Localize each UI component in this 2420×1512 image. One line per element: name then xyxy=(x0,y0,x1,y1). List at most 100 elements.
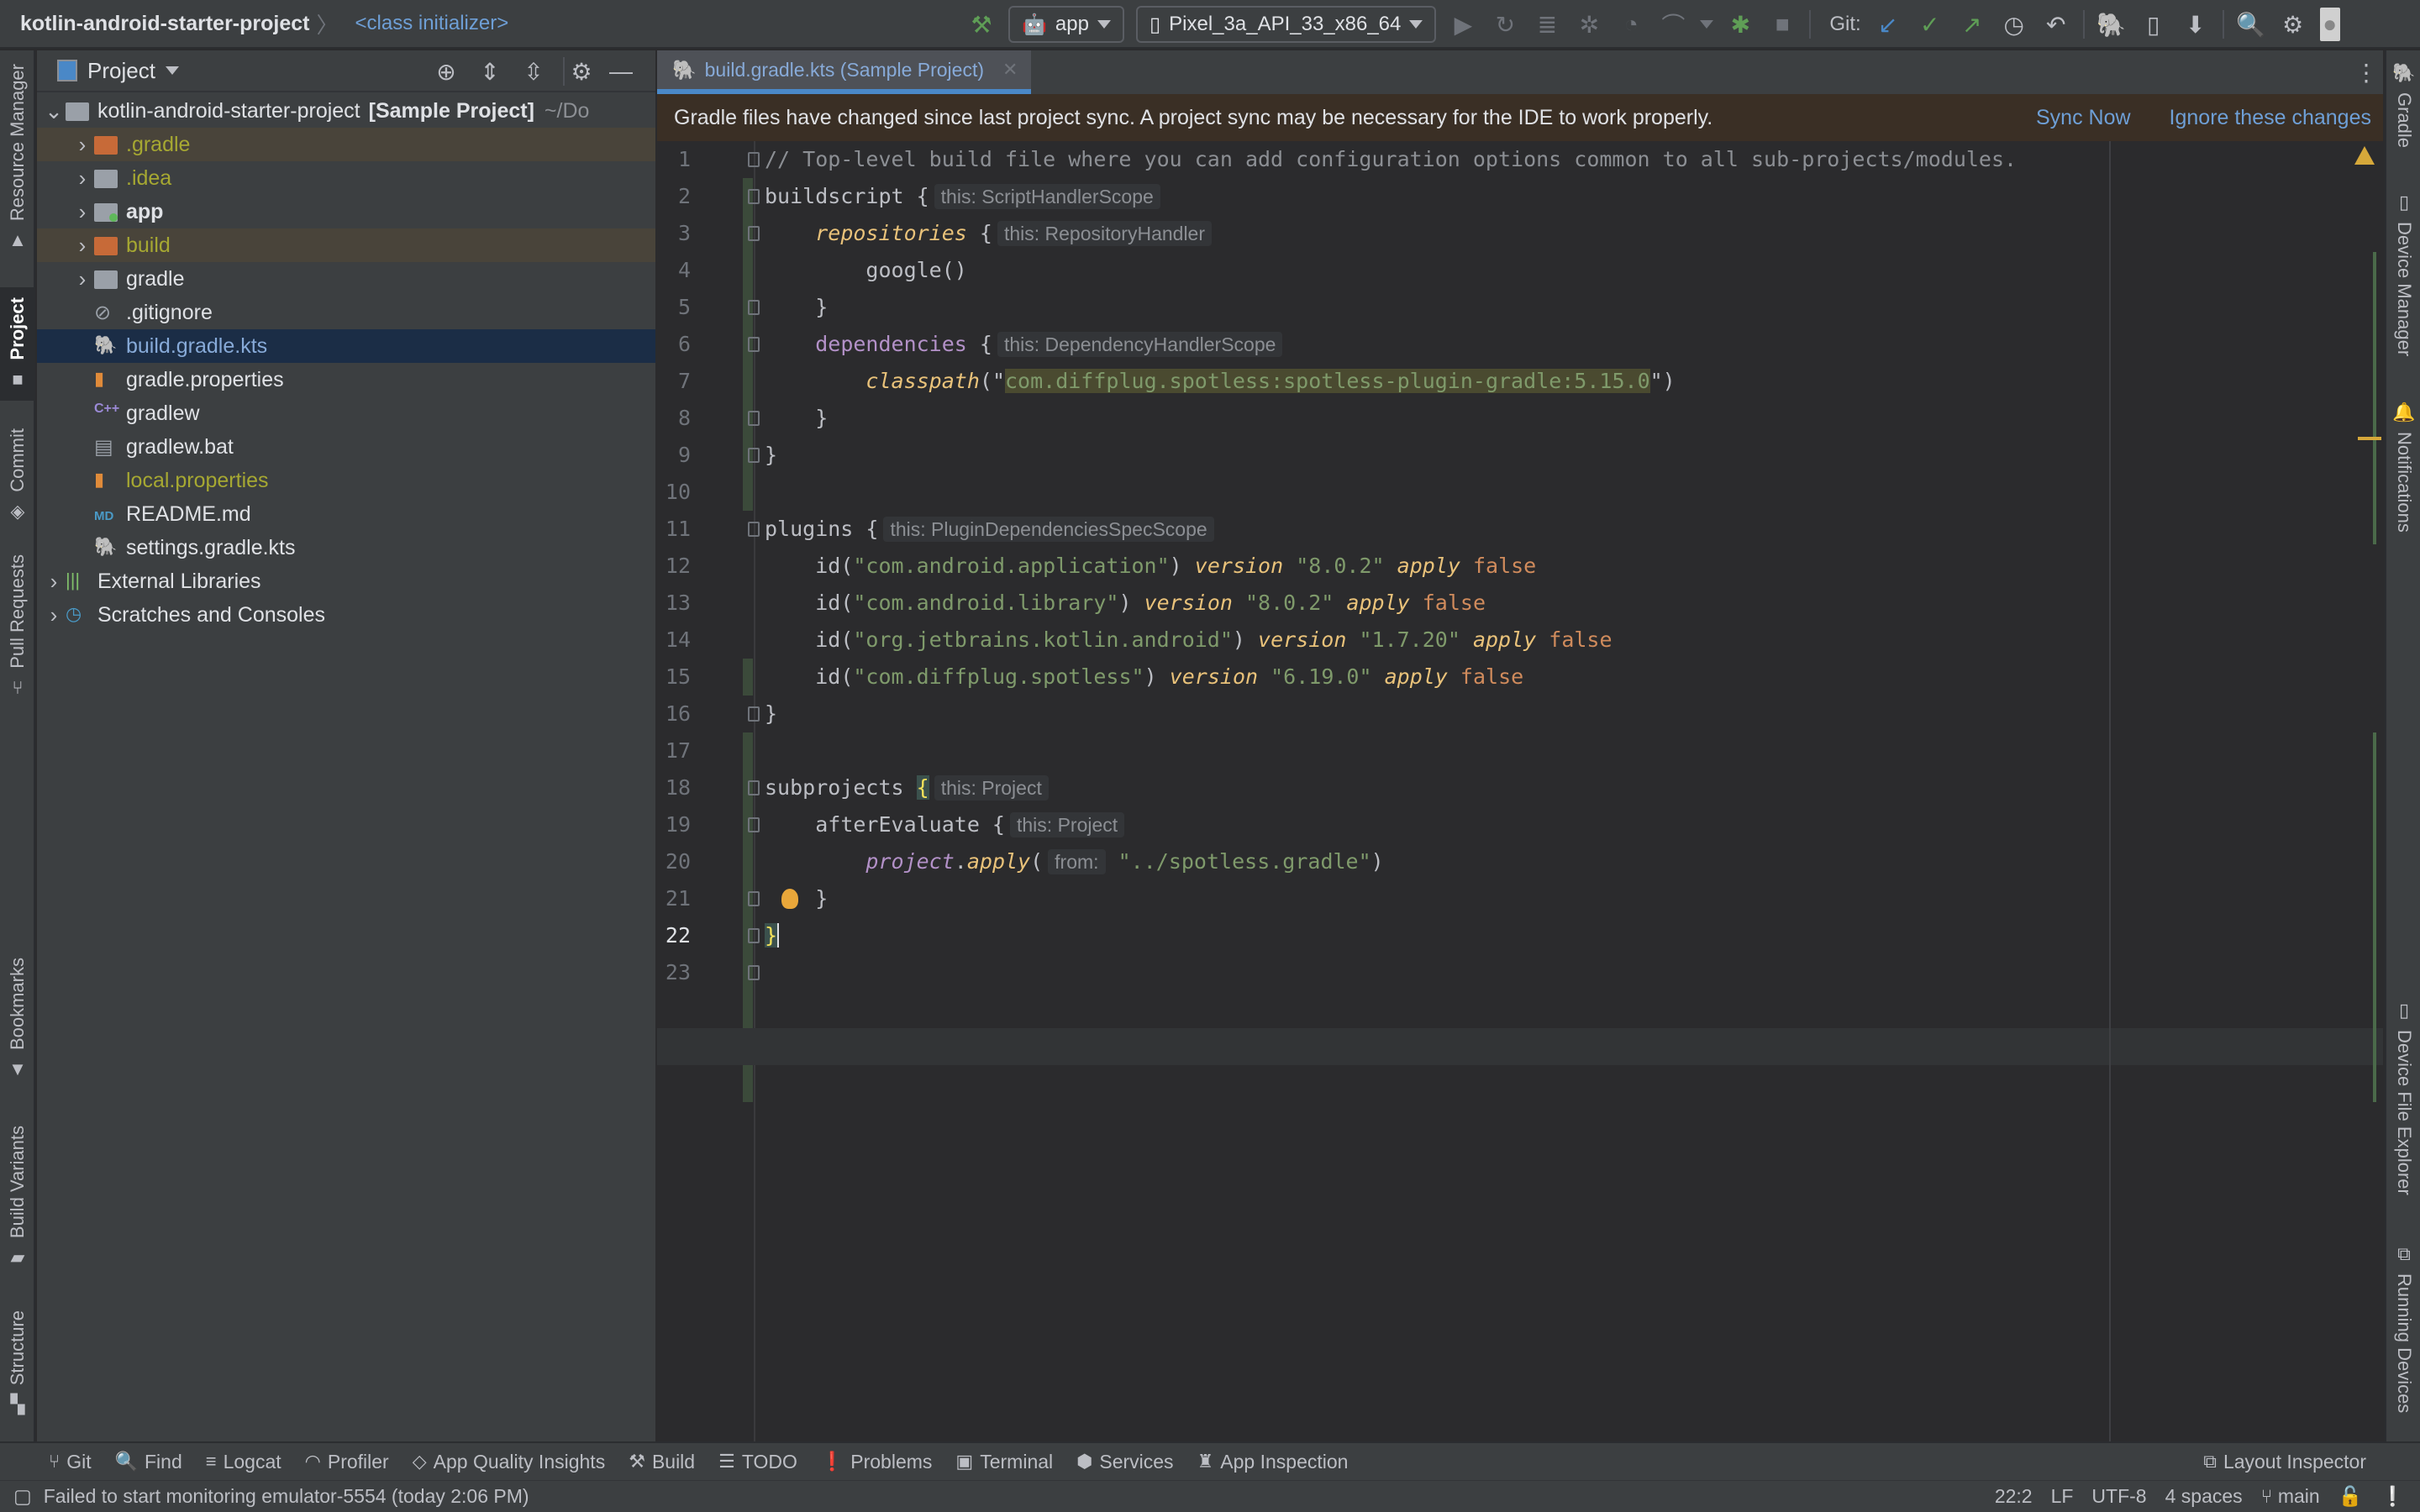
tool-tab-device-file-explorer[interactable]: ▯ Device File Explorer xyxy=(2386,1000,2420,1195)
tree-item-gradlew-bat[interactable]: ▤ gradlew.bat xyxy=(37,430,655,464)
class-initializer-breadcrumb[interactable]: <class initializer> xyxy=(355,12,509,35)
tree-item-gitignore[interactable]: ⊘ .gitignore xyxy=(37,296,655,329)
tool-tab-bookmarks[interactable]: Bookmarks ▼ xyxy=(0,958,35,1080)
project-view-select[interactable]: Project xyxy=(87,58,155,84)
fold-marker-icon[interactable] xyxy=(748,522,760,537)
tree-item-gradlew[interactable]: C++ gradlew xyxy=(37,396,655,430)
close-icon[interactable]: ✕ xyxy=(1002,59,1018,81)
chevron-right-icon[interactable]: › xyxy=(71,199,94,225)
line-number[interactable]: 5 xyxy=(657,289,691,326)
tool-windows-toggle-icon[interactable]: ▢ xyxy=(13,1485,32,1508)
profile-icon[interactable]: ◔ xyxy=(1616,9,1646,39)
tool-tab-device-manager[interactable]: ▯ Device Manager xyxy=(2386,192,2420,356)
gradle-sync-icon[interactable]: 🐘 xyxy=(2096,9,2127,39)
tool-services[interactable]: ⬢ Services xyxy=(1076,1451,1173,1473)
line-number[interactable]: 23 xyxy=(657,954,691,991)
fold-marker-icon[interactable] xyxy=(748,189,760,204)
tree-root[interactable]: ⌄ kotlin-android-starter-project [Sample… xyxy=(37,94,655,128)
stop-icon[interactable]: ■ xyxy=(1767,9,1797,39)
tree-item-app[interactable]: › app xyxy=(37,195,655,228)
tool-git[interactable]: ⑂ Git xyxy=(49,1451,92,1473)
tool-find[interactable]: 🔍 Find xyxy=(115,1451,182,1473)
fold-marker-icon[interactable] xyxy=(748,448,760,463)
tree-item-external-libraries[interactable]: › ||| External Libraries xyxy=(37,564,655,598)
tree-item-settings-gradle-kts[interactable]: 🐘 settings.gradle.kts xyxy=(37,531,655,564)
status-message[interactable]: Failed to start monitoring emulator-5554… xyxy=(44,1485,529,1508)
tool-layout-inspector[interactable]: ⧉ Layout Inspector xyxy=(2203,1451,2366,1473)
avatar[interactable]: ● xyxy=(2319,8,2340,41)
tool-tab-gradle[interactable]: 🐘 Gradle xyxy=(2386,62,2420,148)
more-actions-chevron-icon[interactable] xyxy=(1700,20,1714,29)
gear-icon[interactable]: ⚙ xyxy=(563,57,592,86)
tool-todo[interactable]: ☰ TODO xyxy=(718,1451,797,1473)
run-with-coverage-icon[interactable]: ⌒ xyxy=(1658,9,1688,39)
gear-icon[interactable]: ⚙ xyxy=(2278,9,2308,39)
line-number[interactable]: 20 xyxy=(657,843,691,880)
tab-build-gradle-kts[interactable]: 🐘 build.gradle.kts (Sample Project) ✕ xyxy=(657,50,1032,94)
fold-marker-icon[interactable] xyxy=(748,965,760,980)
git-branch-widget[interactable]: ⑂ main xyxy=(2261,1485,2320,1508)
tool-tab-notifications[interactable]: 🔔 Notifications xyxy=(2386,402,2420,533)
line-number[interactable]: 15 xyxy=(657,659,691,696)
line-number[interactable]: 17 xyxy=(657,732,691,769)
tool-app-quality-insights[interactable]: ◇ App Quality Insights xyxy=(413,1451,605,1473)
event-log-icon[interactable]: ❕ xyxy=(2381,1485,2405,1508)
device-manager-icon[interactable]: ▯ xyxy=(2139,9,2169,39)
attach-debugger-icon[interactable]: ✱ xyxy=(1725,9,1755,39)
tree-item-gradle-properties[interactable]: ▮ gradle.properties xyxy=(37,363,655,396)
chevron-right-icon[interactable]: › xyxy=(42,602,66,628)
line-number[interactable]: 14 xyxy=(657,622,691,659)
git-history-icon[interactable]: ◷ xyxy=(1999,9,2029,39)
fold-marker-icon[interactable] xyxy=(748,891,760,906)
sync-now-link[interactable]: Sync Now xyxy=(2036,106,2131,130)
locate-file-icon[interactable]: ⊕ xyxy=(432,57,460,86)
tree-item-readme[interactable]: MD README.md xyxy=(37,497,655,531)
apply-changes-restart-icon[interactable]: ↻ xyxy=(1490,9,1520,39)
line-number[interactable]: 22 xyxy=(657,917,691,954)
apply-code-changes-icon[interactable]: ≣ xyxy=(1532,9,1562,39)
device-select[interactable]: ▯ Pixel_3a_API_33_x86_64 xyxy=(1135,6,1437,43)
tool-tab-build-variants[interactable]: Build Variants ▰ xyxy=(0,1126,35,1268)
line-number[interactable]: 16 xyxy=(657,696,691,732)
collapse-all-icon[interactable]: ⇳ xyxy=(519,57,548,86)
tool-logcat[interactable]: ≡ Logcat xyxy=(206,1451,281,1473)
fold-marker-icon[interactable] xyxy=(748,152,760,167)
line-number[interactable]: 18 xyxy=(657,769,691,806)
chevron-down-icon[interactable] xyxy=(165,66,179,75)
run-configuration-select[interactable]: 🤖 app xyxy=(1008,6,1124,43)
line-number[interactable]: 19 xyxy=(657,806,691,843)
tree-item-scratches[interactable]: › ◷ Scratches and Consoles xyxy=(37,598,655,632)
tool-app-inspection[interactable]: ♜ App Inspection xyxy=(1197,1451,1349,1473)
expand-all-icon[interactable]: ⇕ xyxy=(476,57,504,86)
fold-marker-icon[interactable] xyxy=(748,226,760,241)
search-icon[interactable]: 🔍 xyxy=(2236,9,2266,39)
chevron-right-icon[interactable]: › xyxy=(71,132,94,158)
line-number[interactable]: 1 xyxy=(657,141,691,178)
tool-problems[interactable]: ❗ Problems xyxy=(821,1451,933,1473)
git-commit-icon[interactable]: ✓ xyxy=(1915,9,1945,39)
line-number[interactable]: 6 xyxy=(657,326,691,363)
warning-icon[interactable] xyxy=(2354,146,2375,165)
tree-item-dot-gradle[interactable]: › .gradle xyxy=(37,128,655,161)
tool-tab-resource-manager[interactable]: Resource Manager ▲ xyxy=(0,64,35,251)
fold-marker-icon[interactable] xyxy=(748,706,760,722)
tool-build[interactable]: ⚒ Build xyxy=(629,1451,695,1473)
chevron-right-icon[interactable]: › xyxy=(42,569,66,595)
file-encoding[interactable]: UTF-8 xyxy=(2091,1485,2146,1508)
line-separator[interactable]: LF xyxy=(2051,1485,2074,1508)
project-name-breadcrumb[interactable]: kotlin-android-starter-project xyxy=(20,12,309,36)
line-number[interactable]: 13 xyxy=(657,585,691,622)
line-number[interactable]: 3 xyxy=(657,215,691,252)
fold-marker-icon[interactable] xyxy=(748,780,760,795)
line-number[interactable]: 7 xyxy=(657,363,691,400)
line-number[interactable]: 2 xyxy=(657,178,691,215)
tree-item-build-gradle-kts[interactable]: 🐘 build.gradle.kts xyxy=(37,329,655,363)
tool-tab-running-devices[interactable]: ⧉ Running Devices xyxy=(2386,1243,2420,1413)
code-editor[interactable]: 1 2 3 4 5 6 7 8 9 10 11 12 13 14 15 16 17 18 19 20 21 22 23 //… xyxy=(657,141,2383,1441)
fold-marker-icon[interactable] xyxy=(748,928,760,943)
line-number[interactable]: 9 xyxy=(657,437,691,474)
run-icon[interactable]: ▶ xyxy=(1448,9,1478,39)
git-update-icon[interactable]: ↙ xyxy=(1873,9,1903,39)
indent-setting[interactable]: 4 spaces xyxy=(2165,1485,2243,1508)
tool-tab-commit[interactable]: Commit ◈ xyxy=(0,428,35,522)
